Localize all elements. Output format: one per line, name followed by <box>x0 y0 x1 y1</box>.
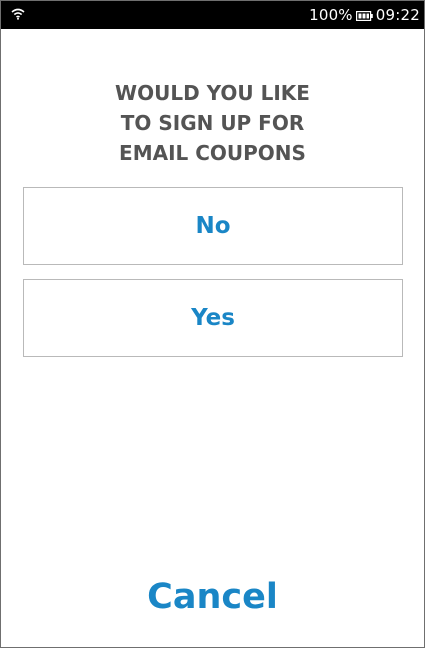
no-button-label: No <box>195 213 231 239</box>
battery-level: 100% <box>309 6 353 24</box>
battery-icon <box>355 10 373 21</box>
no-button[interactable]: No <box>23 187 403 265</box>
wifi-icon <box>11 8 25 20</box>
clock-time: 09:22 <box>375 6 420 24</box>
status-bar: 100% 09:22 <box>1 1 424 29</box>
yes-button[interactable]: Yes <box>23 279 403 357</box>
screen: 100% 09:22 WOULD YOU LIKE TO SIGN UP FOR… <box>0 0 425 648</box>
yes-button-label: Yes <box>191 305 235 331</box>
status-right: 100% 09:22 <box>309 5 420 25</box>
question-line: WOULD YOU LIKE <box>115 81 310 105</box>
question-line: TO SIGN UP FOR <box>120 111 305 135</box>
cancel-button[interactable]: Cancel <box>1 573 424 621</box>
question-line: EMAIL COUPONS <box>119 141 306 165</box>
signup-question: WOULD YOU LIKE TO SIGN UP FOR EMAIL COUP… <box>1 78 424 168</box>
